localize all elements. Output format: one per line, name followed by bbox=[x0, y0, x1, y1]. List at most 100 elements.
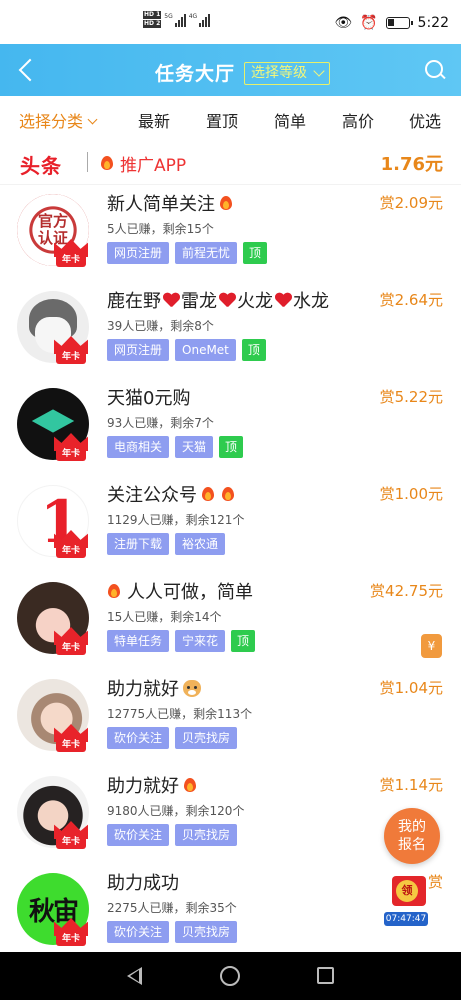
task-stats: 1129人已赚，剩余121个 bbox=[107, 513, 245, 527]
pinned-tag: 顶 bbox=[231, 630, 256, 652]
nav-back-icon[interactable] bbox=[124, 966, 144, 986]
system-nav-bar bbox=[0, 952, 461, 1000]
red-packet-label: 领 bbox=[396, 880, 418, 902]
task-title: 鹿在野 雷龙 火龙 水龙 bbox=[107, 291, 329, 312]
task-title: 助力成功 bbox=[107, 873, 179, 894]
chevron-down-icon bbox=[313, 65, 325, 77]
promo-row[interactable]: 头条 推广APP 1.76元 bbox=[0, 140, 461, 185]
header-bar: 任务大厅 选择等级 bbox=[0, 44, 461, 96]
battery-icon bbox=[385, 17, 413, 29]
task-stats: 12775人已赚，剩余113个 bbox=[107, 707, 253, 721]
task-title: 人人可做，简单 bbox=[107, 578, 253, 604]
tag-list: 砍价关注 贝壳找房 bbox=[107, 727, 238, 749]
tag: 贝壳找房 bbox=[175, 824, 238, 846]
red-packet-button[interactable]: 领 07:47:47 bbox=[384, 872, 442, 928]
tag: 网页注册 bbox=[107, 339, 170, 361]
task-title: 天猫0元购 bbox=[107, 388, 191, 409]
net1-label: 5G bbox=[164, 12, 173, 20]
chevron-down-icon bbox=[87, 114, 98, 125]
task-stats: 93人已赚，剩余7个 bbox=[107, 416, 214, 430]
tab-easy[interactable]: 简单 bbox=[274, 108, 306, 132]
tab-pinned[interactable]: 置顶 bbox=[206, 108, 238, 132]
red-packet-timer: 07:47:47 bbox=[384, 912, 428, 926]
divider bbox=[87, 152, 88, 172]
dog-icon bbox=[183, 679, 201, 697]
tab-high-price[interactable]: 高价 bbox=[342, 108, 374, 132]
promo-label: 推广APP bbox=[120, 156, 187, 176]
task-item[interactable]: 年卡 助力就好 12775人已赚，剩余113个 砍价关注 贝壳找房 赏1.04元 bbox=[0, 673, 461, 770]
tag-list: 网页注册 OneMet 顶 bbox=[107, 339, 266, 361]
task-item[interactable]: 官方认证 年卡 新人简单关注 5人已赚，剩余15个 网页注册 前程无忧 顶 赏2… bbox=[0, 188, 461, 285]
flame-icon bbox=[201, 484, 217, 504]
annual-card-badge: 年卡 bbox=[54, 918, 88, 948]
toutiao-logo: 头条 bbox=[20, 154, 62, 178]
task-title: 新人简单关注 bbox=[107, 190, 235, 216]
nav-recent-icon[interactable] bbox=[317, 967, 334, 984]
my-signup-line1: 我的 bbox=[398, 819, 426, 835]
task-title: 关注公众号 bbox=[107, 481, 237, 507]
annual-card-badge: 年卡 bbox=[54, 239, 88, 269]
flame-icon bbox=[107, 581, 123, 601]
task-stats: 2275人已赚，剩余35个 bbox=[107, 901, 237, 915]
pinned-tag: 顶 bbox=[243, 242, 268, 264]
annual-card-badge: 年卡 bbox=[54, 433, 88, 463]
tab-category-label: 选择分类 bbox=[19, 112, 84, 131]
level-select-label: 选择等级 bbox=[251, 65, 307, 81]
annual-card-badge: 年卡 bbox=[54, 530, 88, 560]
task-reward: 赏2.64元 bbox=[379, 291, 443, 309]
task-item[interactable]: 1 年卡 关注公众号 1129人已赚，剩余121个 注册下载 裕农通 赏1.00… bbox=[0, 479, 461, 576]
task-item[interactable]: 年卡 天猫0元购 93人已赚，剩余7个 电商相关 天猫 顶 赏5.22元 bbox=[0, 382, 461, 479]
cash-icon: ¥ bbox=[421, 634, 442, 658]
tag: 贝壳找房 bbox=[175, 727, 238, 749]
status-bar: HD 1 HD 2 5G 4G 👁 ⏰ 5:22 bbox=[0, 0, 461, 44]
tab-featured[interactable]: 优选 bbox=[409, 108, 441, 132]
nav-home-icon[interactable] bbox=[220, 966, 240, 986]
search-icon[interactable] bbox=[423, 58, 447, 82]
tag: 特单任务 bbox=[107, 630, 170, 652]
flame-icon bbox=[219, 193, 235, 213]
hd-indicator: HD 1 HD 2 bbox=[143, 11, 162, 28]
task-stats: 39人已赚，剩余8个 bbox=[107, 319, 214, 333]
tag: 电商相关 bbox=[107, 436, 170, 458]
hd1-label: HD 1 bbox=[143, 11, 162, 19]
tab-category[interactable]: 选择分类 bbox=[19, 108, 98, 132]
task-stats: 5人已赚，剩余15个 bbox=[107, 222, 214, 236]
tag-list: 注册下载 裕农通 bbox=[107, 533, 226, 555]
heart-icon bbox=[275, 293, 291, 308]
signal-icon-2: 4G bbox=[189, 13, 211, 27]
status-right: 👁 ⏰ 5:22 bbox=[334, 15, 449, 31]
tag: 砍价关注 bbox=[107, 727, 170, 749]
pinned-tag: 顶 bbox=[241, 339, 266, 361]
task-reward: 赏2.09元 bbox=[379, 194, 443, 212]
alarm-icon: ⏰ bbox=[360, 15, 378, 31]
flame-icon bbox=[221, 484, 237, 504]
flame-icon bbox=[183, 775, 199, 795]
tag: 裕农通 bbox=[175, 533, 226, 555]
annual-card-badge: 年卡 bbox=[54, 724, 88, 754]
back-icon[interactable] bbox=[16, 57, 40, 83]
level-select[interactable]: 选择等级 bbox=[244, 62, 330, 85]
pinned-tag: 顶 bbox=[219, 436, 244, 458]
promo-reward: 1.76元 bbox=[380, 154, 443, 175]
task-stats: 15人已赚，剩余14个 bbox=[107, 610, 222, 624]
tag: OneMet bbox=[175, 339, 236, 361]
page-title: 任务大厅 bbox=[155, 63, 236, 85]
flame-icon bbox=[100, 153, 114, 171]
tag-list: 特单任务 宁来花 顶 bbox=[107, 630, 256, 652]
tag: 宁来花 bbox=[175, 630, 226, 652]
clock-time: 5:22 bbox=[417, 15, 449, 31]
tab-latest[interactable]: 最新 bbox=[138, 108, 170, 132]
tag: 贝壳找房 bbox=[175, 921, 238, 943]
signal-cluster: HD 1 HD 2 5G 4G bbox=[143, 11, 211, 28]
task-item[interactable]: 年卡 人人可做，简单 15人已赚，剩余14个 特单任务 宁来花 顶 赏42.75… bbox=[0, 576, 461, 673]
task-reward: 赏1.14元 bbox=[379, 776, 443, 794]
task-reward: 赏1.04元 bbox=[379, 679, 443, 697]
task-item[interactable]: 年卡 鹿在野 雷龙 火龙 水龙 39人已赚，剩余8个 网页注册 OneMet 顶… bbox=[0, 285, 461, 382]
heart-icon bbox=[163, 293, 179, 308]
tag: 砍价关注 bbox=[107, 824, 170, 846]
my-signup-button[interactable]: 我的 报名 bbox=[384, 808, 440, 864]
task-reward: 赏1.00元 bbox=[379, 485, 443, 503]
task-reward: 赏5.22元 bbox=[379, 388, 443, 406]
annual-card-badge: 年卡 bbox=[54, 336, 88, 366]
tag: 天猫 bbox=[175, 436, 214, 458]
